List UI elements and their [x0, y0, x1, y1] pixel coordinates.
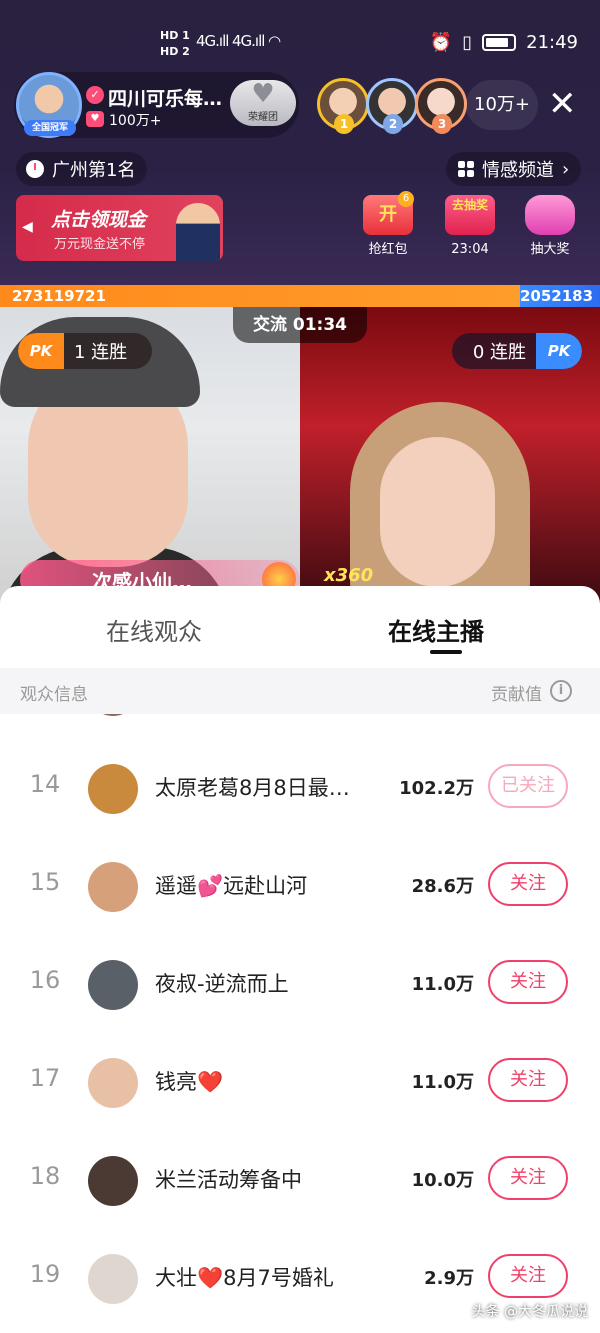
signal-icon: 4G.ıll [196, 32, 229, 50]
row-name: 遥遥💕远赴山河 [155, 874, 308, 898]
top-viewer-rank-1: 1 [334, 114, 354, 134]
active-tab-indicator [430, 650, 462, 654]
follow-button[interactable]: 关注 [488, 862, 568, 906]
signal-icon-2: 4G.ıll [232, 32, 265, 50]
followed-button[interactable]: 已关注 [488, 764, 568, 808]
red-packet-button[interactable]: 开 6 抢红包 [358, 191, 418, 259]
sim-indicator: HD 1 HD 2 [160, 29, 190, 58]
contributor-list[interactable]: 14 太原老葛8月8日最… 102.2万 已关注 15 遥遥💕远赴山河 28.6… [0, 714, 600, 1333]
table-row-partial [0, 714, 600, 740]
follow-button[interactable]: 关注 [488, 1058, 568, 1102]
lottery-icon: 去抽奖 [445, 195, 495, 235]
row-rank: 15 [29, 868, 61, 896]
channel-tag[interactable]: 情感频道 › [446, 152, 582, 186]
row-contribution: 102.2万 [399, 778, 474, 799]
row-contribution: 11.0万 [411, 974, 474, 995]
tab-bar: 在线观众 在线主播 [0, 586, 600, 668]
top-viewer-rank-3: 3 [432, 114, 452, 134]
table-row[interactable]: 16 夜叔-逆流而上 11.0万 关注 [0, 936, 600, 1034]
host-fans-count: 100万+ [109, 113, 162, 129]
verified-icon: ✓ [86, 86, 104, 104]
pk-timer: 交流 01:34 [233, 307, 367, 343]
avatar [88, 714, 138, 716]
clock-time: 21:49 [526, 32, 578, 53]
heart-icon: ♥ [86, 111, 104, 127]
host-name[interactable]: 四川可乐每… [108, 84, 222, 111]
pk-icon: PK [18, 333, 64, 369]
row-rank: 14 [29, 770, 61, 798]
status-bar: HD 1 HD 2 4G.ıll 4G.ıll ◠ ⏰ ▯ 21:49 [0, 28, 600, 62]
city-rank-tag[interactable]: 广州第1名 [16, 152, 148, 186]
red-packet-count: 6 [398, 191, 414, 207]
table-row[interactable]: 14 太原老葛8月8日最… 102.2万 已关注 [0, 740, 600, 838]
wifi-icon: ◠ [268, 32, 281, 50]
rank-clock-icon [26, 160, 44, 178]
row-contribution: 11.0万 [411, 1072, 474, 1093]
info-icon[interactable]: i [550, 680, 572, 702]
row-name: 钱亮❤️ [155, 1070, 224, 1094]
glory-group-button[interactable]: ♥ 荣耀团 [230, 80, 296, 126]
avatar[interactable] [88, 960, 138, 1010]
row-rank: 18 [29, 1162, 61, 1190]
top-viewer-rank-2: 2 [383, 114, 403, 134]
row-contribution: 28.6万 [411, 876, 474, 897]
host-badge: 全国冠军 [24, 120, 76, 136]
gift-count: x360 [324, 565, 374, 586]
follow-button[interactable]: 关注 [488, 960, 568, 1004]
table-row[interactable]: 15 遥遥💕远赴山河 28.6万 关注 [0, 838, 600, 936]
battery-icon [482, 34, 517, 51]
table-row[interactable]: 18 米兰活动筹备中 10.0万 关注 [0, 1132, 600, 1230]
alarm-icon: ⏰ [429, 32, 453, 53]
vibrate-icon: ▯ [462, 32, 473, 53]
left-streak-badge: PK 1 连胜 [18, 333, 152, 369]
row-name: 夜叔-逆流而上 [155, 972, 289, 996]
close-icon[interactable]: ✕ [548, 86, 577, 122]
online-viewer-count[interactable]: 10万+ [466, 80, 538, 130]
row-rank: 19 [29, 1260, 61, 1288]
lottery-countdown: 23:04 [451, 242, 489, 257]
arrow-left-icon: ◀ [22, 219, 33, 235]
follow-button[interactable]: 关注 [488, 1156, 568, 1200]
lottery-button[interactable]: 去抽奖 23:04 [440, 195, 500, 259]
row-contribution: 10.0万 [411, 1170, 474, 1191]
pk-right-score: 2052183 [520, 287, 594, 305]
right-streak-badge: 0 连胜 PK [452, 333, 582, 369]
grand-prize-button[interactable]: 抽大奖 [520, 195, 580, 259]
avatar[interactable] [88, 862, 138, 912]
watermark: 头条 @大冬瓜说说 [471, 1304, 588, 1320]
table-row[interactable]: 17 钱亮❤️ 11.0万 关注 [0, 1034, 600, 1132]
grid-icon [458, 161, 474, 177]
row-contribution: 2.9万 [424, 1268, 474, 1289]
promo-person-image [176, 203, 220, 261]
avatar[interactable] [88, 764, 138, 814]
avatar[interactable] [88, 1058, 138, 1108]
pk-left-score: 273119721 [12, 287, 106, 305]
row-name: 大壮❤️8月7号婚礼 [155, 1266, 334, 1290]
pk-icon-right: PK [536, 333, 582, 369]
row-name: 太原老葛8月8日最… [155, 776, 350, 800]
list-column-header: 观众信息 贡献值 i [0, 668, 600, 714]
row-rank: 16 [29, 966, 61, 994]
cat-prize-icon [525, 195, 575, 235]
follow-button[interactable]: 关注 [488, 1254, 568, 1298]
online-list-sheet: 在线观众 在线主播 观众信息 贡献值 i 14 太原老葛8月8日最… 102.2… [0, 586, 600, 1333]
chevron-right-icon: › [562, 158, 570, 180]
row-name: 米兰活动筹备中 [155, 1168, 302, 1192]
cash-promo-banner[interactable]: ◀ 点击领现金 万元现金送不停 [16, 195, 223, 261]
tab-online-anchors[interactable]: 在线主播 [388, 612, 484, 647]
heart-wings-icon: ♥ [251, 79, 275, 109]
avatar[interactable] [88, 1254, 138, 1304]
tab-online-viewers[interactable]: 在线观众 [106, 612, 202, 647]
row-rank: 17 [29, 1064, 61, 1092]
avatar[interactable] [88, 1156, 138, 1206]
